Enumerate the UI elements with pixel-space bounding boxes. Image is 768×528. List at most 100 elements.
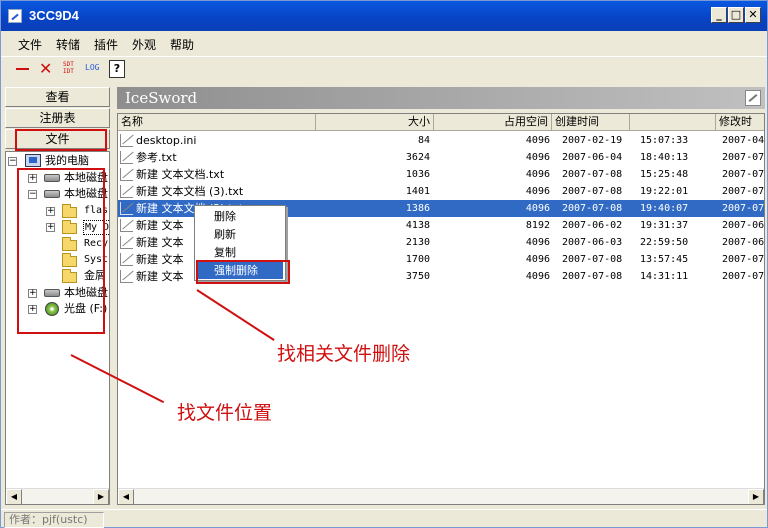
file-name: 参考.txt: [136, 151, 177, 164]
close-button[interactable]: ✕: [745, 7, 761, 23]
panel-header: IceSword: [117, 87, 765, 109]
scroll-right-icon[interactable]: ▶: [748, 489, 764, 504]
scroll-left-icon[interactable]: ◀: [118, 489, 134, 504]
file-alloc: 4096: [525, 152, 550, 163]
file-icon: [120, 270, 133, 283]
file-created-time: 22:59:50: [640, 237, 689, 248]
tree-item-label: 我的电脑: [45, 154, 89, 167]
annotation-box-force-delete: [196, 260, 290, 284]
column-header-size[interactable]: 大小: [316, 114, 434, 131]
file-modified: 2007-06: [722, 237, 765, 248]
file-created-date: 2007-06-03: [562, 237, 623, 248]
tree-hscrollbar[interactable]: ◀ ▶: [6, 488, 109, 504]
menu-item-refresh[interactable]: 刷新: [197, 226, 283, 243]
file-created-date: 2007-06-04: [562, 152, 623, 163]
file-size: 1386: [405, 203, 430, 214]
file-name: desktop.ini: [136, 134, 197, 147]
file-modified: 2007-07: [722, 271, 765, 282]
status-bar: 作者：pjf(ustc): [1, 509, 767, 528]
file-alloc: 4096: [525, 237, 550, 248]
menu-appearance[interactable]: 外观: [132, 36, 156, 53]
log-icon[interactable]: LOG: [84, 60, 106, 78]
help-icon[interactable]: ?: [109, 60, 125, 78]
file-size: 1700: [405, 254, 430, 265]
file-alloc: 8192: [525, 220, 550, 231]
file-size: 1036: [405, 169, 430, 180]
file-name: 新建 文本: [136, 270, 184, 283]
window-title: 3CC9D4: [29, 8, 79, 23]
table-row[interactable]: 新建 文本文档 (3).txt 1401 4096 2007-07-08 19:22:0…: [118, 183, 765, 200]
column-header-name[interactable]: 名称: [118, 114, 316, 131]
file-modified: 2007-07: [722, 203, 765, 214]
table-row[interactable]: desktop.ini 84 4096 2007-02-19 15:07:33 2007-…: [118, 132, 765, 149]
file-alloc: 4096: [525, 271, 550, 282]
menu-help[interactable]: 帮助: [170, 36, 194, 53]
file-created-time: 19:31:37: [640, 220, 689, 231]
column-header-alloc[interactable]: 占用空间: [434, 114, 552, 131]
scroll-right-icon[interactable]: ▶: [93, 489, 109, 504]
column-header-created-time[interactable]: [630, 114, 716, 131]
file-name: 新建 文本: [136, 236, 184, 249]
title-bar[interactable]: 3CC9D4 _ □ ✕: [1, 1, 767, 31]
file-modified: 2007-07: [722, 186, 765, 197]
file-created-time: 13:57:45: [640, 254, 689, 265]
file-icon: [120, 168, 133, 181]
tab-registry[interactable]: 注册表: [5, 108, 110, 128]
file-name: 新建 文本: [136, 219, 184, 232]
delete-x-icon[interactable]: ✕: [37, 60, 57, 78]
file-alloc: 4096: [525, 186, 550, 197]
minus-icon[interactable]: [13, 60, 33, 78]
file-created-time: 19:22:01: [640, 186, 689, 197]
table-row[interactable]: 参考.txt 3624 4096 2007-06-04 18:40:13 2007-07: [118, 149, 764, 166]
file-modified: 2007-06: [722, 220, 765, 231]
file-icon: [120, 134, 133, 147]
tree-item-my-computer[interactable]: − 我的电脑: [8, 153, 108, 169]
file-alloc: 4096: [525, 169, 550, 180]
list-hscrollbar[interactable]: ◀ ▶: [118, 488, 764, 504]
file-created-time: 15:25:48: [640, 169, 689, 180]
menu-item-copy[interactable]: 复制: [197, 244, 283, 261]
minimize-button[interactable]: _: [711, 7, 727, 23]
file-created-date: 2007-07-08: [562, 203, 623, 214]
file-icon: [120, 151, 133, 164]
main-window: 3CC9D4 _ □ ✕ 文件 转储 插件 外观 帮助 ✕ SDT IDT LO…: [0, 0, 768, 528]
file-modified: 2007-07: [722, 254, 765, 265]
menu-plugins[interactable]: 插件: [94, 36, 118, 53]
file-created-date: 2007-07-08: [562, 169, 623, 180]
scroll-left-icon[interactable]: ◀: [6, 489, 22, 504]
idt-label: IDT: [63, 68, 74, 75]
column-header-created[interactable]: 创建时间: [552, 114, 630, 131]
file-list: 名称 大小 占用空间 创建时间 修改时 desktop.ini 84 4096 200…: [117, 113, 765, 505]
annotation-find-delete: 找相关文件删除: [277, 343, 411, 365]
file-alloc: 4096: [525, 135, 550, 146]
file-icon: [120, 253, 133, 266]
panel-corner-icon[interactable]: [745, 90, 761, 106]
file-modified: 2007-07: [722, 169, 765, 180]
file-created-date: 2007-06-02: [562, 220, 623, 231]
status-author: 作者：pjf(ustc): [4, 512, 104, 528]
file-modified: 2007-04: [722, 135, 765, 146]
toolbar: ✕ SDT IDT LOG ?: [1, 56, 767, 82]
annotation-box-tree: [17, 168, 105, 334]
file-created-time: 19:40:07: [640, 203, 689, 214]
computer-icon: [25, 154, 41, 167]
menu-item-delete[interactable]: 删除: [197, 208, 283, 225]
file-created-time: 14:31:11: [640, 271, 689, 282]
file-alloc: 4096: [525, 254, 550, 265]
menu-file[interactable]: 文件: [18, 36, 42, 53]
file-icon: [120, 236, 133, 249]
menu-dump[interactable]: 转储: [56, 36, 80, 53]
file-created-time: 18:40:13: [640, 152, 689, 163]
tab-view[interactable]: 查看: [5, 87, 110, 107]
table-row[interactable]: 新建 文本文档.txt 1036 4096 2007-07-08 15:25:48 200…: [118, 166, 765, 183]
maximize-button[interactable]: □: [728, 7, 744, 23]
file-icon: [120, 185, 133, 198]
log-label: LOG: [85, 63, 100, 72]
file-created-date: 2007-07-08: [562, 271, 623, 282]
sdt-label: SDT: [63, 61, 74, 68]
file-size: 84: [417, 135, 430, 146]
file-name: 新建 文本: [136, 253, 184, 266]
file-size: 2130: [405, 237, 430, 248]
column-header-modified[interactable]: 修改时: [716, 114, 764, 131]
sdt-idt-icon[interactable]: SDT IDT: [61, 60, 81, 78]
